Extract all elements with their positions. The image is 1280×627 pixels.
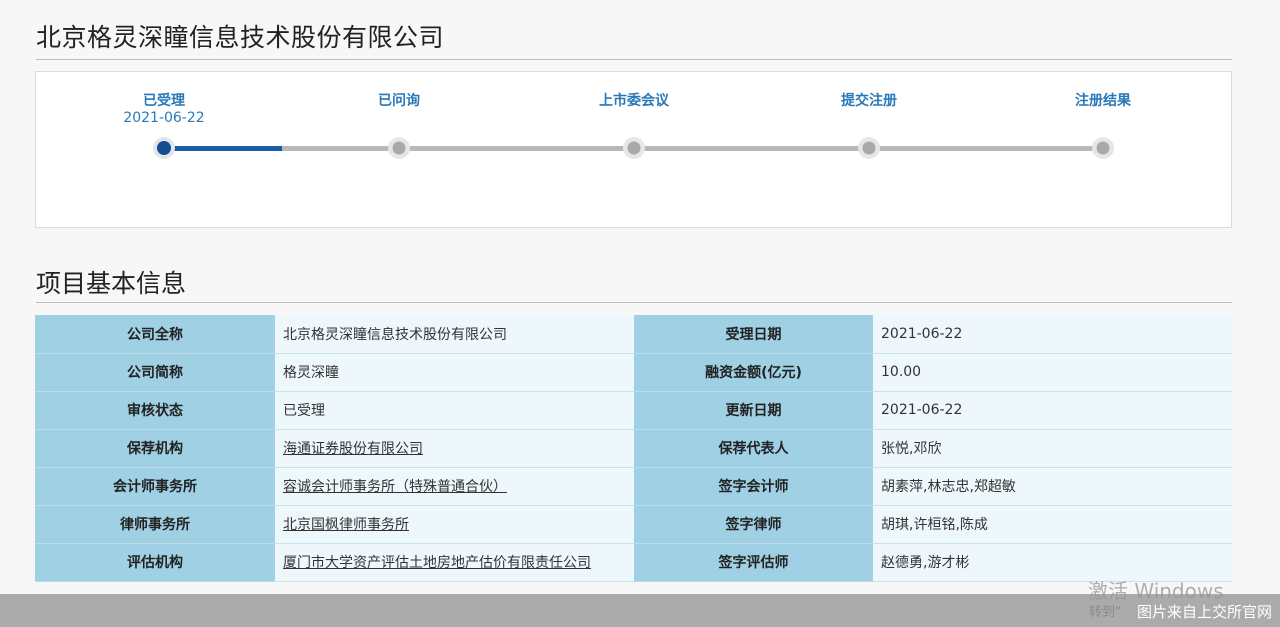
step-label-inquired: 已问询: [378, 93, 420, 109]
field-value: 胡琪,许桓铭,陈成: [873, 505, 1232, 544]
table-row: 保荐机构 海通证券股份有限公司 保荐代表人 张悦,邓欣: [35, 429, 1232, 468]
step-label-submit-registration: 提交注册: [841, 93, 897, 109]
field-value: 已受理: [275, 391, 634, 430]
step-dot-submit-registration: [858, 137, 880, 159]
title-divider: [36, 59, 1232, 60]
field-value: 张悦,邓欣: [873, 429, 1232, 468]
section-divider: [36, 302, 1232, 303]
page: 北京格灵深瞳信息技术股份有限公司 已受理 2021-06-22 已问询 上市委会…: [0, 0, 1280, 627]
section-title: 项目基本信息: [36, 269, 187, 298]
field-label: 受理日期: [634, 315, 873, 354]
field-value-link[interactable]: 容诚会计师事务所（特殊普通合伙）: [275, 467, 634, 506]
field-label: 签字律师: [634, 505, 873, 544]
field-value-link[interactable]: 厦门市大学资产评估土地房地产估价有限责任公司: [275, 543, 634, 582]
field-value: 胡素萍,林志忠,郑超敏: [873, 467, 1232, 506]
field-label: 公司全称: [35, 315, 275, 354]
field-label: 保荐机构: [35, 429, 275, 468]
progress-track-fill: [164, 146, 282, 151]
progress-card: 已受理 2021-06-22 已问询 上市委会议 提交注册 注册结果: [35, 71, 1232, 228]
field-label: 公司简称: [35, 353, 275, 392]
field-value-link[interactable]: 海通证券股份有限公司: [275, 429, 634, 468]
field-label: 审核状态: [35, 391, 275, 430]
company-title: 北京格灵深瞳信息技术股份有限公司: [36, 23, 445, 52]
windows-activation-watermark: 激活 Windows: [1088, 579, 1224, 603]
step-dot-registration-result: [1092, 137, 1114, 159]
table-row: 评估机构 厦门市大学资产评估土地房地产估价有限责任公司 签字评估师 赵德勇,游才…: [35, 543, 1232, 582]
table-row: 审核状态 已受理 更新日期 2021-06-22: [35, 391, 1232, 430]
image-source-caption: 图片来自上交所官网: [1136, 603, 1272, 621]
field-label: 签字评估师: [634, 543, 873, 582]
field-label: 签字会计师: [634, 467, 873, 506]
table-row: 公司简称 格灵深瞳 融资金额(亿元) 10.00: [35, 353, 1232, 392]
field-value: 10.00: [873, 353, 1232, 392]
law-firm-link[interactable]: 北京国枫律师事务所: [283, 517, 409, 533]
field-value: 2021-06-22: [873, 315, 1232, 354]
field-label: 会计师事务所: [35, 467, 275, 506]
info-table: 公司全称 北京格灵深瞳信息技术股份有限公司 受理日期 2021-06-22 公司…: [35, 315, 1232, 582]
appraisal-firm-link[interactable]: 厦门市大学资产评估土地房地产估价有限责任公司: [283, 555, 591, 571]
step-label-listing-committee: 上市委会议: [599, 93, 669, 109]
table-row: 会计师事务所 容诚会计师事务所（特殊普通合伙） 签字会计师 胡素萍,林志忠,郑超…: [35, 467, 1232, 506]
step-dot-inquired: [388, 137, 410, 159]
field-value: 格灵深瞳: [275, 353, 634, 392]
windows-activation-subtext: 转到“: [1089, 605, 1122, 620]
field-label: 律师事务所: [35, 505, 275, 544]
step-dot-listing-committee: [623, 137, 645, 159]
table-row: 公司全称 北京格灵深瞳信息技术股份有限公司 受理日期 2021-06-22: [35, 315, 1232, 354]
step-label-registration-result: 注册结果: [1075, 93, 1131, 109]
step-dot-accepted: [153, 137, 175, 159]
field-label: 保荐代表人: [634, 429, 873, 468]
step-label-accepted: 已受理: [143, 93, 185, 109]
field-label: 融资金额(亿元): [634, 353, 873, 392]
field-value: 2021-06-22: [873, 391, 1232, 430]
sponsor-link[interactable]: 海通证券股份有限公司: [283, 441, 423, 457]
field-label: 更新日期: [634, 391, 873, 430]
field-value-link[interactable]: 北京国枫律师事务所: [275, 505, 634, 544]
table-row: 律师事务所 北京国枫律师事务所 签字律师 胡琪,许桓铭,陈成: [35, 505, 1232, 544]
field-label: 评估机构: [35, 543, 275, 582]
field-value: 北京格灵深瞳信息技术股份有限公司: [275, 315, 634, 354]
accounting-firm-link[interactable]: 容诚会计师事务所（特殊普通合伙）: [283, 479, 507, 495]
step-date-accepted: 2021-06-22: [123, 110, 205, 126]
